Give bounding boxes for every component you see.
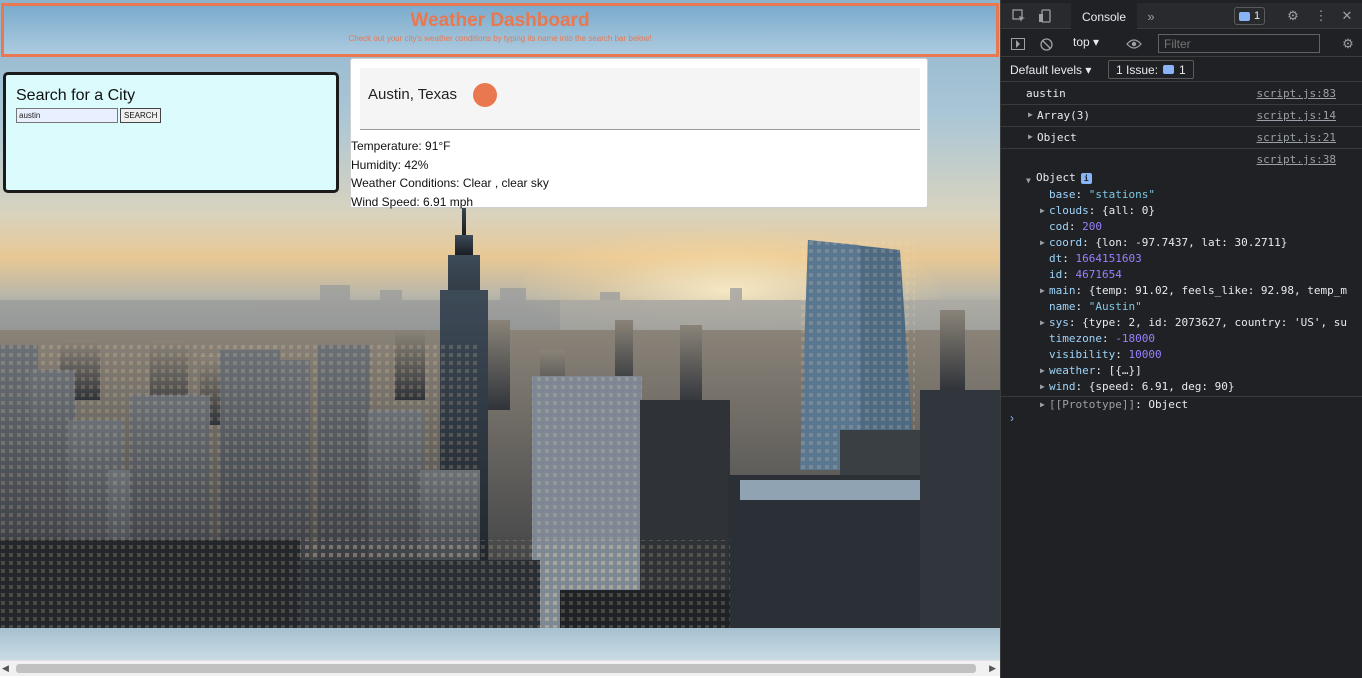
object-label[interactable]: Object i: [1036, 171, 1092, 184]
settings-icon[interactable]: ⚙: [1283, 3, 1303, 29]
log-entry: austin script.js:83: [1001, 83, 1362, 105]
prop-coord[interactable]: coord: {lon: -97.7437, lat: 30.2711}: [1049, 236, 1287, 249]
log-source-link[interactable]: script.js:83: [1257, 87, 1336, 100]
issues-counter-badge[interactable]: 1: [1234, 7, 1266, 25]
search-title: Search for a City: [16, 87, 136, 104]
log-message[interactable]: Array(3): [1037, 109, 1090, 122]
weather-icon: [473, 83, 497, 107]
log-source-link[interactable]: script.js:14: [1257, 109, 1336, 122]
weather-result-card: Austin, Texas Temperature: 91°F Humidity…: [350, 58, 928, 211]
console-toolbar: top ▾ ⚙: [1001, 30, 1362, 57]
prop-main[interactable]: main: {temp: 91.02, feels_like: 92.98, t…: [1049, 284, 1347, 297]
expand-caret-icon[interactable]: ▶: [1040, 318, 1045, 327]
issues-button[interactable]: 1 Issue: 1: [1108, 60, 1194, 79]
prop-wind[interactable]: wind: {speed: 6.91, deg: 90}: [1049, 380, 1234, 393]
expand-caret-icon[interactable]: ▶: [1040, 382, 1045, 391]
scroll-right-arrow-icon[interactable]: ▶: [989, 663, 996, 674]
info-icon[interactable]: i: [1080, 173, 1092, 184]
humidity-text: Humidity: 42%: [351, 157, 429, 172]
prop-visibility: visibility: 10000: [1049, 348, 1162, 361]
prop-name: name: "Austin": [1049, 300, 1142, 313]
expand-caret-icon[interactable]: ▶: [1040, 238, 1045, 247]
eye-icon[interactable]: [1123, 31, 1145, 57]
expand-caret-icon[interactable]: ▶: [1040, 366, 1045, 375]
prop-sys[interactable]: sys: {type: 2, id: 2073627, country: 'US…: [1049, 316, 1347, 329]
city-name: Austin, Texas: [368, 86, 457, 103]
prop-prototype[interactable]: [[Prototype]]: Object: [1049, 398, 1188, 411]
prop-weather[interactable]: weather: [{…}]: [1049, 364, 1142, 377]
prototype-row[interactable]: ▶ [[Prototype]]: Object: [1001, 397, 1362, 415]
search-button[interactable]: SEARCH: [120, 108, 162, 123]
inspect-icon[interactable]: [1009, 3, 1029, 29]
devtools-tabbar: Console » 1 ⚙ ⋮ ✕: [1001, 3, 1362, 30]
console-log: austin script.js:83 ▶ Array(3) script.js…: [1001, 83, 1362, 415]
log-message[interactable]: Object: [1037, 131, 1077, 144]
page-subtitle: Check out your city's weather conditions…: [348, 34, 652, 43]
log-levels-select[interactable]: Default levels ▾: [1010, 63, 1091, 77]
log-message: austin: [1026, 87, 1066, 100]
temperature-text: Temperature: 91°F: [351, 139, 451, 153]
prop-timezone: timezone: -18000: [1049, 332, 1155, 345]
background-overflow: [0, 628, 1000, 660]
log-source-link[interactable]: script.js:21: [1257, 131, 1336, 144]
search-row: SEARCH: [16, 108, 326, 123]
prop-dt: dt: 1664151603: [1049, 252, 1142, 265]
log-source-link[interactable]: script.js:38: [1257, 153, 1336, 166]
clear-console-icon[interactable]: [1037, 31, 1055, 57]
sidebar-toggle-icon[interactable]: [1009, 31, 1027, 57]
prop-clouds[interactable]: clouds: {all: 0}: [1049, 204, 1155, 217]
levels-bar: Default levels ▾ 1 Issue: 1: [1001, 58, 1362, 82]
expand-caret-icon[interactable]: ▶: [1028, 132, 1033, 141]
device-toggle-icon[interactable]: [1035, 3, 1055, 29]
more-tabs-icon[interactable]: »: [1143, 3, 1159, 29]
wind-speed-text: Wind Speed: 6.91 mph: [351, 194, 474, 209]
search-panel: Search for a City SEARCH: [3, 72, 339, 193]
log-entry[interactable]: ▶ Array(3) script.js:14: [1001, 105, 1362, 127]
expanded-log-entry: script.js:38 ▼ Object i base: "stations" …: [1001, 149, 1362, 397]
scrollbar-thumb[interactable]: [16, 664, 976, 673]
expand-caret-icon[interactable]: ▶: [1028, 110, 1033, 119]
collapse-caret-icon[interactable]: ▼: [1026, 176, 1031, 185]
conditions-text: Weather Conditions: Clear , clear sky: [351, 176, 549, 190]
prop-cod: cod: 200: [1049, 220, 1102, 233]
expand-caret-icon[interactable]: ▶: [1040, 400, 1045, 409]
page-header: Weather Dashboard Check out your city's …: [1, 3, 999, 57]
expand-caret-icon[interactable]: ▶: [1040, 206, 1045, 215]
context-select[interactable]: top ▾: [1073, 35, 1099, 49]
console-settings-icon[interactable]: ⚙: [1338, 31, 1358, 57]
kebab-menu-icon[interactable]: ⋮: [1311, 3, 1331, 29]
message-icon: [1239, 11, 1250, 21]
result-header: Austin, Texas: [360, 68, 920, 130]
expand-caret-icon[interactable]: ▶: [1040, 286, 1045, 295]
page-viewport: Weather Dashboard Check out your city's …: [0, 0, 1000, 678]
weather-details: Temperature: 91°F Humidity: 42% Weather …: [351, 137, 549, 211]
log-entry[interactable]: ▶ Object script.js:21: [1001, 127, 1362, 149]
scroll-left-arrow-icon[interactable]: ◀: [2, 663, 9, 674]
horizontal-scrollbar[interactable]: ◀ ▶: [0, 660, 1000, 676]
close-icon[interactable]: ✕: [1337, 3, 1357, 29]
message-icon: [1163, 65, 1175, 74]
context-value: top: [1073, 35, 1090, 49]
prop-base: base: "stations": [1049, 188, 1155, 201]
issues-count: 1: [1254, 10, 1261, 22]
page-title: Weather Dashboard: [410, 10, 590, 31]
tab-console[interactable]: Console: [1071, 3, 1137, 30]
prop-id: id: 4671654: [1049, 268, 1122, 281]
devtools-panel: Console » 1 ⚙ ⋮ ✕ top ▾ ⚙ Default levels…: [1000, 0, 1362, 678]
city-search-input[interactable]: [16, 108, 118, 123]
filter-input[interactable]: [1158, 34, 1320, 53]
console-prompt-icon[interactable]: ›: [1010, 411, 1014, 425]
